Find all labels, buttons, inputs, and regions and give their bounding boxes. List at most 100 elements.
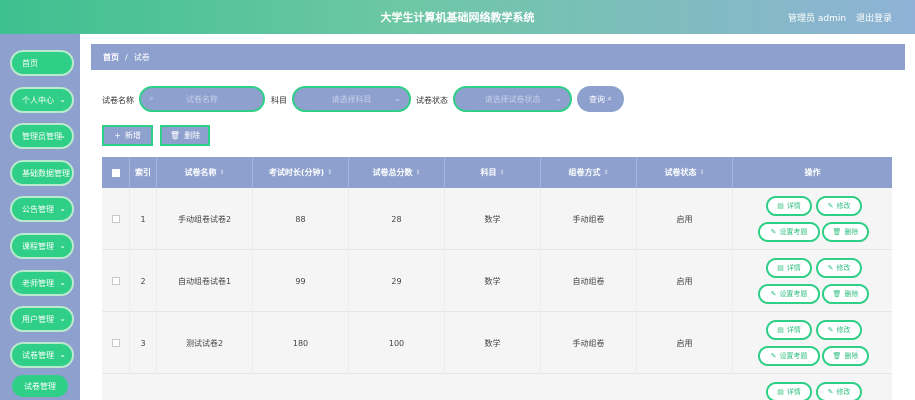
sidebar-item-notice-management[interactable]: 公告管理 ⌄	[10, 196, 74, 222]
trash-icon: 🗑	[832, 352, 842, 360]
cell-method: 自动组卷	[541, 250, 637, 312]
detail-button[interactable]: ▤ 详情	[766, 196, 812, 216]
chevron-down-icon: ⌄	[59, 131, 66, 140]
detail-button[interactable]: ▤ 详情	[766, 320, 812, 340]
select-all-cell	[102, 157, 130, 188]
cell-duration: 99	[253, 250, 349, 312]
row-checkbox-cell	[102, 250, 130, 312]
exam-name-placeholder: 试卷名称	[186, 94, 218, 104]
column-header-label: 考试时长(分钟)	[268, 168, 325, 177]
table-row: 1 手动组卷试卷2 88 28 数学 手动组卷 启用 ▤ 详情 ✎ 修改 ✎ 设置考题…	[102, 188, 892, 250]
sidebar-item-base-data[interactable]: 基础数据管理	[10, 160, 74, 186]
pencil-icon: ✎	[770, 228, 777, 236]
set-questions-button[interactable]: ✎ 设置考题	[758, 222, 820, 242]
delete-button-label: 删除	[844, 290, 859, 298]
sidebar-item-label: 首页	[22, 58, 38, 68]
edit-button-label: 修改	[836, 202, 851, 210]
app-title: 大学生计算机基础网络教学系统	[380, 11, 535, 24]
chevron-down-icon: ⌄	[59, 278, 66, 287]
column-header-label: 试卷状态	[664, 168, 697, 177]
edit-button-label: 修改	[836, 264, 851, 272]
cell-index: 2	[130, 250, 157, 312]
edit-button[interactable]: ✎ 修改	[816, 320, 862, 340]
delete-button[interactable]: 🗑 删除	[822, 284, 869, 304]
edit-button[interactable]: ✎ 修改	[816, 196, 862, 216]
sidebar-item-course-management[interactable]: 课程管理 ⌄	[10, 233, 74, 259]
edit-button[interactable]: ✎ 修改	[816, 258, 862, 278]
delete-button[interactable]: 🗑 删除	[822, 346, 869, 366]
cell-subject: 数学	[445, 312, 541, 374]
pencil-icon: ✎	[770, 290, 777, 298]
exam-status-label: 试卷状态	[416, 96, 448, 105]
sidebar-item-label: 基础数据管理	[22, 168, 70, 178]
breadcrumb-separator: /	[125, 52, 128, 62]
trash-icon: 🗑	[832, 290, 842, 298]
sidebar-subitem-exam-management[interactable]: 试卷管理	[12, 375, 68, 397]
breadcrumb: 首页 / 试卷	[91, 44, 905, 70]
document-icon: ▤	[777, 202, 784, 210]
row-checkbox[interactable]	[111, 339, 120, 347]
detail-button[interactable]: ▤ 详情	[766, 258, 812, 278]
chevron-down-icon: ⌄	[59, 241, 66, 250]
batch-delete-button[interactable]: 🗑 删除	[160, 125, 210, 146]
add-button[interactable]: + 新增	[102, 125, 153, 146]
column-header-status[interactable]: 试卷状态 ⇕	[637, 157, 733, 188]
search-icon: ⌕	[149, 94, 154, 103]
detail-button[interactable]: ▤ 详情	[766, 382, 812, 400]
column-header-subject[interactable]: 科目 ⇕	[445, 157, 541, 188]
logout-link[interactable]: 退出登录	[856, 11, 892, 24]
sidebar-item-teacher-management[interactable]: 老师管理 ⌄	[10, 270, 74, 296]
column-header-method[interactable]: 组卷方式 ⇕	[541, 157, 637, 188]
column-header-duration[interactable]: 考试时长(分钟) ⇕	[253, 157, 349, 188]
cell-index: 3	[130, 312, 157, 374]
sidebar-item-label: 老师管理	[22, 278, 54, 288]
subject-label: 科目	[271, 96, 287, 105]
detail-button-label: 详情	[786, 264, 801, 272]
column-header-score[interactable]: 试卷总分数 ⇕	[349, 157, 445, 188]
column-header-index: 索引	[130, 157, 157, 188]
pencil-icon: ✎	[827, 388, 834, 396]
delete-button[interactable]: 🗑 删除	[822, 222, 869, 242]
exam-status-select[interactable]: 请选择试卷状态 ⌄	[453, 86, 572, 112]
sort-icon: ⇕	[699, 169, 705, 176]
edit-button[interactable]: ✎ 修改	[816, 382, 862, 400]
pencil-icon: ✎	[827, 326, 834, 334]
table-header: 索引 试卷名称 ⇕ 考试时长(分钟) ⇕ 试卷总分数 ⇕ 科目 ⇕ 组卷方式 ⇕ 试卷状态…	[102, 157, 892, 188]
column-header-name[interactable]: 试卷名称 ⇕	[157, 157, 253, 188]
subject-select[interactable]: 请选择科目 ⌄	[292, 86, 411, 112]
row-checkbox-cell	[102, 188, 130, 250]
cell-status: 启用	[637, 188, 733, 250]
cell-duration: 180	[253, 312, 349, 374]
sidebar-item-admin-management[interactable]: 管理员管理 ⌄	[10, 123, 74, 149]
sidebar-item-home[interactable]: 首页	[10, 50, 74, 76]
set-questions-button[interactable]: ✎ 设置考题	[758, 346, 820, 366]
breadcrumb-home[interactable]: 首页	[103, 52, 119, 63]
row-checkbox[interactable]	[111, 215, 120, 223]
chevron-down-icon: ⌄	[394, 94, 401, 103]
sidebar-item-label: 用户管理	[22, 314, 54, 324]
sidebar-item-personal-center[interactable]: 个人中心 ⌄	[10, 87, 74, 113]
exam-name-label: 试卷名称	[102, 96, 134, 105]
sidebar-item-exam-management[interactable]: 试卷管理 ⌄	[10, 342, 74, 368]
query-button[interactable]: 查询 ⌕	[577, 86, 624, 112]
sidebar-item-user-management[interactable]: 用户管理 ⌄	[10, 306, 74, 332]
chevron-down-icon: ⌄	[59, 314, 66, 323]
cell-name: 自动组卷试卷1	[157, 250, 253, 312]
sidebar-item-label: 课程管理	[22, 241, 54, 251]
cell-method: 手动组卷	[541, 188, 637, 250]
batch-delete-label: 删除	[184, 131, 201, 140]
delete-button-label: 删除	[844, 228, 859, 236]
sidebar-item-label: 个人中心	[22, 95, 54, 105]
search-icon: ⌕	[604, 94, 613, 103]
exam-name-input[interactable]: ⌕ 试卷名称	[139, 86, 265, 112]
top-bar: 大学生计算机基础网络教学系统 管理员 admin 退出登录	[0, 0, 915, 34]
pencil-icon: ✎	[827, 264, 834, 272]
table-row: ▤ 详情 ✎ 修改	[102, 374, 892, 400]
row-checkbox[interactable]	[111, 277, 120, 285]
set-questions-button[interactable]: ✎ 设置考题	[758, 284, 820, 304]
plus-icon: +	[114, 131, 121, 140]
pencil-icon: ✎	[827, 202, 834, 210]
document-icon: ▤	[777, 264, 784, 272]
select-all-checkbox[interactable]	[111, 168, 120, 177]
column-header-label: 试卷名称	[184, 168, 217, 177]
